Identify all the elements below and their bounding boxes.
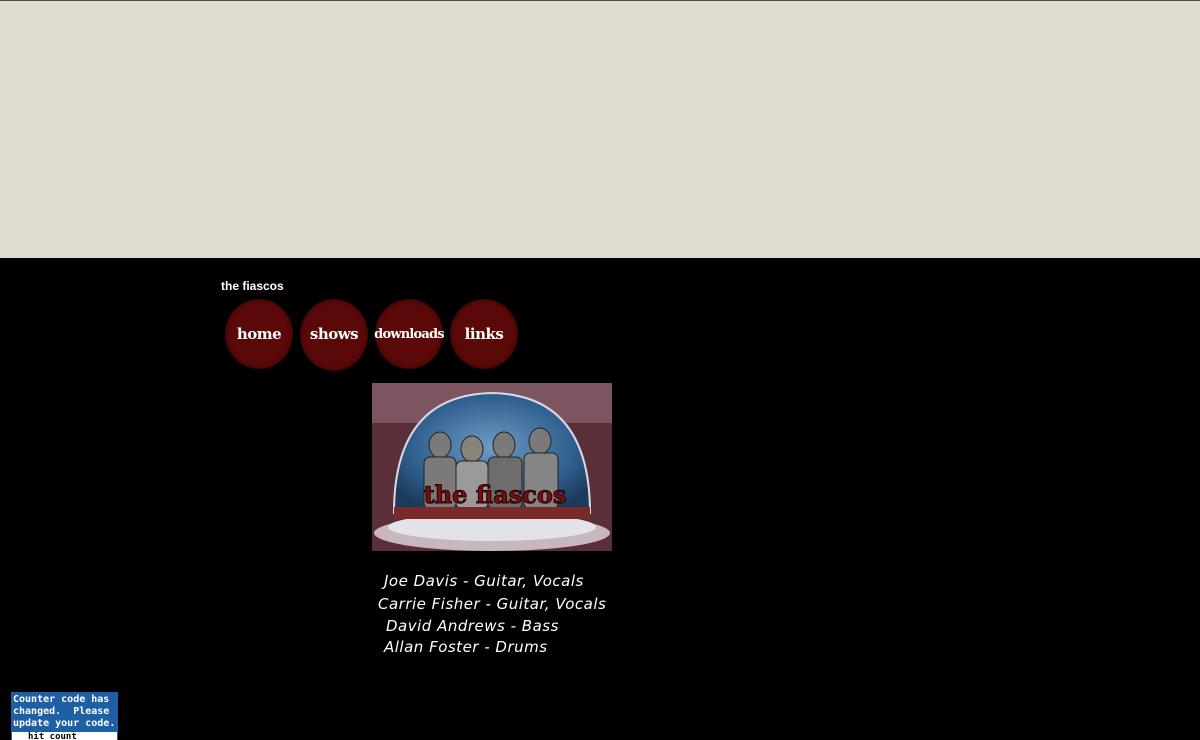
counter-message: Counter code has changed. Please update … [13,694,116,729]
nav-home-button[interactable]: home [225,299,293,369]
band-lineup-handwritten: Joe Davis - Guitar, Vocals Carrie Fisher… [376,566,632,662]
hit-counter-badge[interactable]: Counter code has changed. Please update … [11,692,118,740]
lineup-line-1: Joe Davis - Guitar, Vocals [381,572,584,590]
snow-globe-illustration: the fiascos [372,383,612,551]
lineup-line-2: Carrie Fisher - Guitar, Vocals [378,595,606,613]
snow-globe-band-name: the fiascos [424,480,567,509]
site-title: the fiascos [221,279,284,293]
nav-links-button[interactable]: links [450,299,518,369]
top-banner-area [0,0,1200,258]
snow-globe-band-photo: the fiascos [372,383,612,551]
lineup-line-4: Allan Foster - Drums [383,638,548,656]
lineup-line-3: David Andrews - Bass [386,617,559,635]
nav-downloads-button[interactable]: downloads [374,299,445,369]
lineup-handwriting-svg: Joe Davis - Guitar, Vocals Carrie Fisher… [378,572,606,656]
counter-footer: hit count [12,732,117,740]
nav-shows-button[interactable]: shows [300,299,368,371]
